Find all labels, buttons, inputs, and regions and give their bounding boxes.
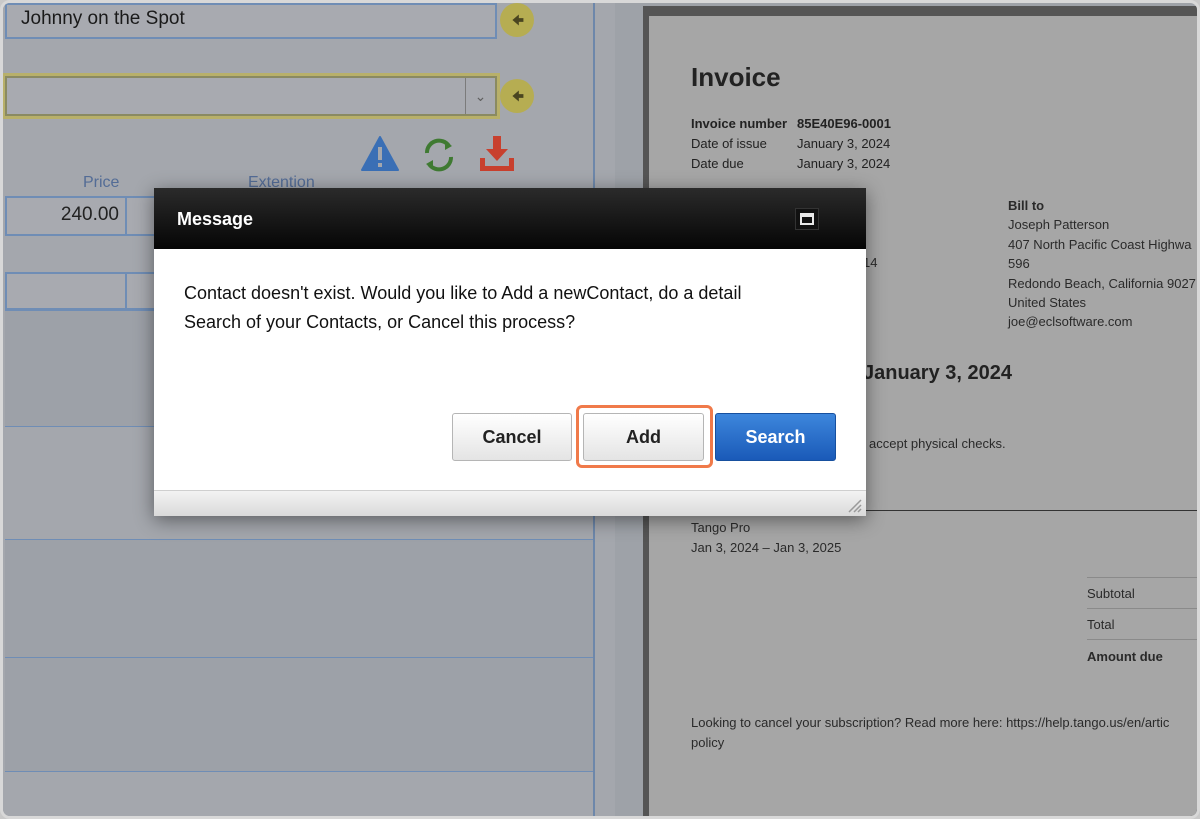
maximize-icon[interactable] (795, 208, 819, 230)
price-input[interactable]: 240.00 (5, 196, 127, 236)
cancel-subscription-note: Looking to cancel your subscription? Rea… (691, 713, 1169, 752)
bill-to-block: Bill to Joseph Patterson 407 North Pacif… (1008, 196, 1196, 332)
bill-to-heading: Bill to (1008, 198, 1045, 213)
message-dialog: Message Contact doesn't exist. Would you… (154, 188, 866, 516)
warning-triangle-icon[interactable] (360, 134, 400, 174)
contact-select[interactable]: ⌄ (5, 76, 497, 116)
invoice-number-row: Invoice number 85E40E96-0001 (691, 116, 891, 131)
issue-date-value: January 3, 2024 (797, 136, 891, 151)
add-button[interactable]: Add (583, 413, 704, 461)
search-button[interactable]: Search (715, 413, 836, 461)
dialog-message: Contact doesn't exist. Would you like to… (184, 279, 844, 337)
footer-note-line2: policy (691, 734, 725, 750)
refresh-icon[interactable] (419, 135, 459, 175)
bill-to-country: United States (1008, 295, 1087, 311)
dialog-message-line2: Search of your Contacts, or Cancel this … (184, 312, 576, 332)
download-icon[interactable] (477, 134, 517, 174)
payment-note-fragment: accept physical checks. (869, 436, 1006, 451)
bill-to-name: Joseph Patterson (1008, 217, 1110, 233)
due-date-label: Date due (691, 156, 744, 171)
dialog-header[interactable]: Message (154, 188, 866, 249)
line-item-name: Tango Pro (691, 520, 751, 535)
bill-to-email: joe@eclsoftware.com (1008, 314, 1133, 330)
list-block (5, 658, 593, 772)
bill-to-address-line2: 596 (1008, 256, 1030, 272)
chevron-down-icon[interactable]: ⌄ (465, 78, 495, 114)
dialog-title: Message (177, 209, 254, 229)
due-date-value: January 3, 2024 (797, 156, 891, 171)
bill-to-address-line3: Redondo Beach, California 9027 (1008, 275, 1196, 291)
arrow-left-circle-icon[interactable] (500, 3, 534, 37)
price-column-header: Price (83, 174, 120, 191)
footer-note-line1: Looking to cancel your subscription? Rea… (691, 715, 1170, 730)
invoice-title: Invoice (691, 62, 781, 92)
invoice-number-value: 85E40E96-0001 (797, 116, 891, 131)
row-cell[interactable] (5, 272, 127, 310)
issue-date-row: Date of issue January 3, 2024 (691, 136, 890, 151)
bill-to-address-line1: 407 North Pacific Coast Highwa (1008, 236, 1192, 252)
cancel-button[interactable]: Cancel (452, 413, 572, 461)
invoice-number-label: Invoice number (691, 116, 788, 131)
dialog-message-line1: Contact doesn't exist. Would you like to… (184, 283, 742, 303)
due-date-row: Date due January 3, 2024 (691, 156, 890, 171)
resize-grip-icon[interactable] (846, 497, 862, 513)
totals-divider (1087, 608, 1197, 609)
totals-divider (1087, 639, 1197, 640)
contact-name-field[interactable]: Johnny on the Spot (5, 3, 497, 39)
dialog-footer (154, 490, 866, 516)
list-block (5, 539, 593, 658)
issue-date-label: Date of issue (691, 136, 767, 151)
amount-due-label: Amount due (1087, 649, 1163, 664)
subtotal-label: Subtotal (1087, 586, 1135, 601)
arrow-left-circle-icon[interactable] (500, 79, 534, 113)
totals-divider (1087, 577, 1197, 578)
amount-due-date-headline: January 3, 2024 (863, 362, 1012, 384)
screenshot-frame: Johnny on the Spot ⌄ Price Extention 240… (0, 0, 1200, 819)
total-label: Total (1087, 617, 1115, 632)
line-item-period: Jan 3, 2024 – Jan 3, 2025 (691, 540, 842, 555)
